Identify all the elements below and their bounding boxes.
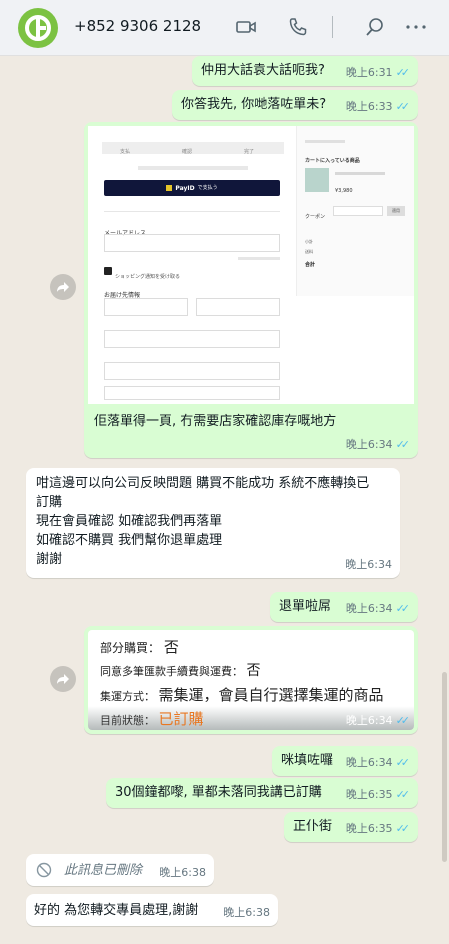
- read-ticks-icon: ✓✓: [395, 756, 411, 769]
- message-bubble[interactable]: 退單啦屌 晚上6:34 ✓✓: [270, 592, 418, 622]
- message-text: 咁這邊可以向公司反映問題 購買不能成功 系統不應轉換已訂購 現在會員確認 如確認…: [36, 476, 370, 567]
- forward-icon[interactable]: [50, 274, 76, 300]
- status-value: 已訂購: [158, 710, 204, 728]
- message-meta: 晚上6:35 ✓✓: [346, 785, 410, 804]
- message-time: 晚上6:34: [345, 756, 393, 769]
- checkout-form-panel: 支払 確認 完了 PayID で支払う メールアドレス ショッピング通知を受け取…: [98, 136, 288, 400]
- message-meta: 晚上6:33 ✓✓: [346, 97, 410, 116]
- message-meta: 晚上6:31 ✓✓: [346, 63, 410, 82]
- message-text: 佢落單得一頁, 冇需要店家確認庫存嘅地方: [94, 414, 337, 429]
- read-ticks-icon: ✓✓: [395, 438, 411, 451]
- forward-icon[interactable]: [50, 666, 76, 692]
- step-2: 確認: [182, 149, 193, 155]
- payid-logo-icon: [166, 185, 173, 191]
- step-3: 完了: [244, 149, 255, 155]
- message-text: 此訊息已刪除: [64, 863, 143, 878]
- read-ticks-icon: ✓✓: [395, 714, 411, 727]
- apply-button: 適用: [387, 206, 405, 216]
- video-call-icon[interactable]: [235, 16, 257, 38]
- message-text: 你答我先, 你哋落咗單未?: [181, 97, 327, 112]
- message-time: 晚上6:38: [223, 906, 270, 919]
- status-label: 目前狀態：: [100, 714, 155, 727]
- message-meta: 晚上6:34 ✓✓: [346, 435, 410, 454]
- message-meta: 晚上6:34: [345, 555, 392, 574]
- message-text: 正仆街: [293, 819, 333, 834]
- message-bubble[interactable]: 你答我先, 你哋落咗單未? 晚上6:33 ✓✓: [172, 90, 418, 120]
- deleted-message-bubble[interactable]: 此訊息已刪除 晚上6:38: [26, 854, 214, 886]
- message-time: 晚上6:33: [345, 100, 393, 113]
- method-label: 集運方式：: [100, 690, 155, 703]
- header-divider: [332, 16, 333, 38]
- message-time: 晚上6:34: [345, 602, 393, 615]
- more-options-icon[interactable]: [404, 16, 428, 38]
- message-text: 30個鐘都嚟, 單都未落同我講已訂購: [115, 785, 322, 800]
- phone-icon[interactable]: [287, 16, 309, 38]
- payid-suffix: で支払う: [197, 184, 218, 191]
- message-meta: 晚上6:38: [159, 863, 206, 882]
- message-bubble[interactable]: 正仆街 晚上6:35 ✓✓: [284, 812, 418, 842]
- message-text: 退單啦屌: [279, 599, 332, 614]
- message-meta: 晚上6:34 ✓✓: [346, 711, 410, 730]
- read-ticks-icon: ✓✓: [395, 822, 411, 835]
- search-icon[interactable]: [364, 16, 386, 38]
- message-meta: 晚上6:38: [223, 903, 270, 922]
- cart-panel: カートに入っている商品 ¥3,980 クーポン 適用 小計 送料 合計: [296, 126, 414, 296]
- contact-name[interactable]: +852 9306 2128: [74, 17, 201, 35]
- message-meta: 晚上6:34 ✓✓: [346, 599, 410, 618]
- coupon-label: クーポン: [305, 214, 326, 220]
- message-bubble[interactable]: 咪填咗囉 晚上6:34 ✓✓: [272, 746, 418, 776]
- item-price: ¥3,980: [335, 188, 353, 194]
- read-ticks-icon: ✓✓: [395, 788, 411, 801]
- avatar[interactable]: [18, 8, 58, 48]
- read-ticks-icon: ✓✓: [395, 602, 411, 615]
- message-meta: 晚上6:35 ✓✓: [346, 819, 410, 838]
- message-text: 仲用大話袁大話呃我?: [201, 63, 325, 78]
- chat-header: +852 9306 2128: [0, 0, 449, 56]
- payid-label: PayID: [175, 184, 195, 192]
- deleted-icon: [36, 862, 52, 878]
- message-time: 晚上6:35: [345, 822, 393, 835]
- message-bubble[interactable]: 好的 為您轉交專員處理,謝謝 晚上6:38: [26, 894, 278, 926]
- payid-button: PayID で支払う: [104, 180, 280, 196]
- image-message-bubble[interactable]: 支払 確認 完了 PayID で支払う メールアドレス ショッピング通知を受け取…: [84, 122, 418, 458]
- chat-scrollbar[interactable]: [442, 672, 447, 862]
- message-time: 晚上6:38: [159, 866, 206, 879]
- message-bubble[interactable]: 咁這邊可以向公司反映問題 購買不能成功 系統不應轉換已訂購 現在會員確認 如確認…: [26, 468, 400, 578]
- read-ticks-icon: ✓✓: [395, 66, 411, 79]
- message-time: 晚上6:34: [345, 714, 393, 727]
- avatar-logo-icon: [25, 15, 51, 41]
- message-meta: 晚上6:34 ✓✓: [346, 753, 410, 772]
- message-bubble[interactable]: 仲用大話袁大話呃我? 晚上6:31 ✓✓: [192, 56, 418, 86]
- message-text: 咪填咗囉: [281, 753, 334, 768]
- step-1: 支払: [120, 149, 131, 155]
- checkout-screenshot[interactable]: 支払 確認 完了 PayID で支払う メールアドレス ショッピング通知を受け取…: [88, 126, 414, 404]
- partial-label: 部分購買：: [100, 641, 161, 655]
- email-field: [104, 234, 280, 252]
- partial-value: 否: [163, 638, 179, 656]
- message-time: 晚上6:34: [345, 438, 393, 451]
- message-text: 好的 為您轉交專員處理,謝謝: [34, 903, 199, 918]
- read-ticks-icon: ✓✓: [395, 100, 411, 113]
- checkbox-label: ショッピング通知を受け取る: [115, 274, 181, 280]
- product-thumbnail: [305, 168, 329, 192]
- message-time: 晚上6:34: [345, 558, 392, 571]
- total-label: 合計: [305, 262, 316, 268]
- chat-panel: 仲用大話袁大話呃我? 晚上6:31 ✓✓ 你答我先, 你哋落咗單未? 晚上6:3…: [0, 56, 449, 944]
- checkbox-icon: [104, 267, 112, 275]
- agree-label: 同意多筆匯款手續費與運費：: [100, 665, 243, 678]
- message-time: 晚上6:35: [345, 788, 393, 801]
- method-value: 需集運，會員自行選擇集運的商品: [158, 686, 384, 704]
- agree-value: 否: [246, 663, 261, 679]
- image-message-bubble[interactable]: 部分購買： 否 同意多筆匯款手續費與運費： 否 集運方式： 需集運，會員自行選擇…: [84, 626, 418, 734]
- message-time: 晚上6:31: [345, 66, 393, 79]
- message-bubble[interactable]: 30個鐘都嚟, 單都未落同我講已訂購 晚上6:35 ✓✓: [106, 778, 418, 808]
